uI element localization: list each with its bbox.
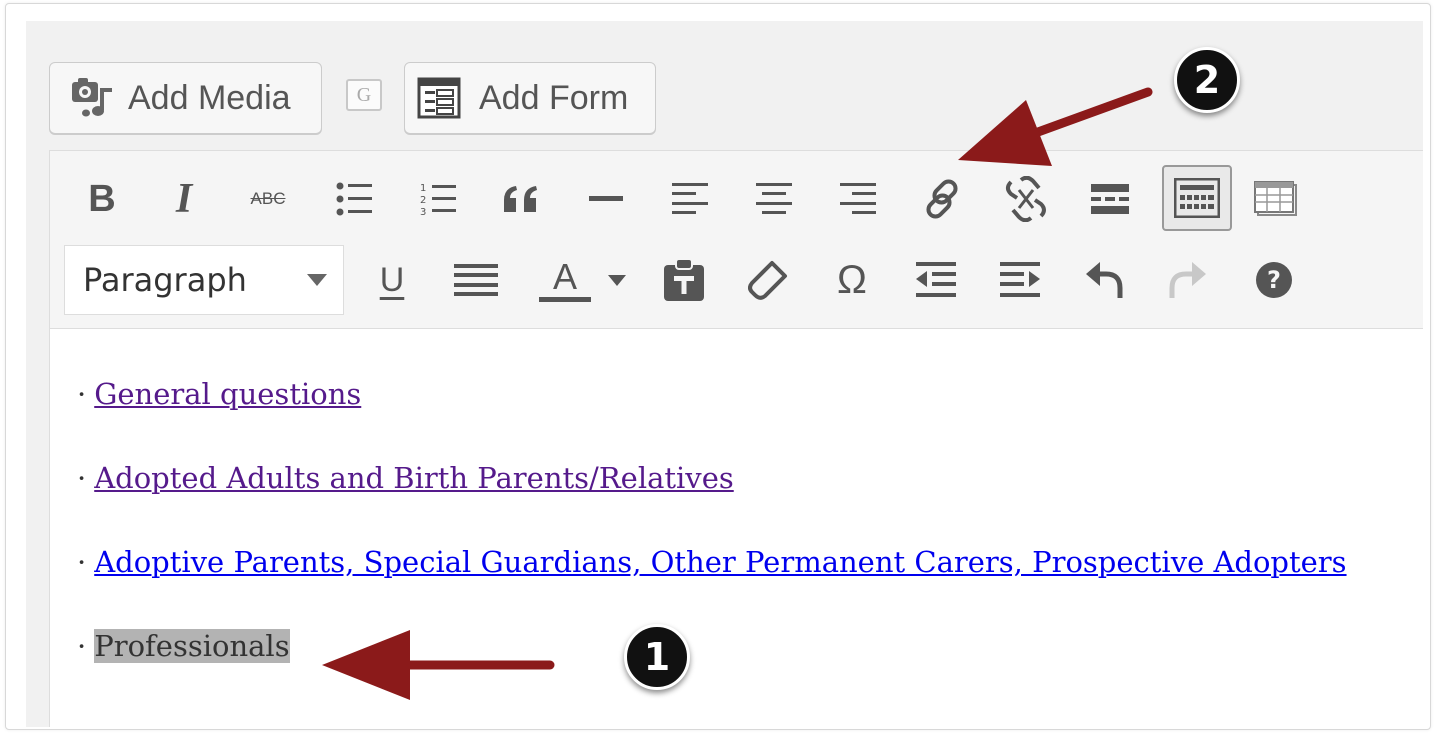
- underline-button[interactable]: U: [362, 250, 422, 310]
- increase-indent-icon: [1000, 262, 1040, 297]
- format-select-value: Paragraph: [83, 261, 247, 299]
- svg-text:2: 2: [420, 195, 426, 206]
- bold-button[interactable]: B: [72, 169, 132, 229]
- add-media-button[interactable]: Add Media: [49, 62, 322, 134]
- editor-toolbar: B I ABC 1 2 3 Paragraph U A Ω ?: [50, 151, 1423, 329]
- redo-icon: [1169, 262, 1206, 298]
- blockquote-icon: [504, 186, 537, 212]
- annotation-badge-2: 2: [1174, 47, 1240, 113]
- screenshot-frame: Add Media G Add Form B I ABC 1 2 3 Parag…: [5, 3, 1431, 730]
- align-left-icon: [672, 183, 708, 214]
- annotation-badge-1-label: 1: [643, 635, 671, 679]
- bullet: ·: [77, 377, 87, 411]
- help-button[interactable]: ?: [1244, 250, 1304, 310]
- numbered-list-button[interactable]: 1 2 3: [408, 169, 468, 229]
- add-media-label: Add Media: [128, 78, 291, 117]
- align-left-button[interactable]: [660, 169, 720, 229]
- remove-link-button[interactable]: [996, 169, 1056, 229]
- visual-editor: B I ABC 1 2 3 Paragraph U A Ω ? · Genera…: [49, 150, 1423, 727]
- help-icon: ?: [1256, 262, 1292, 298]
- adopted-adults-link[interactable]: Adopted Adults and Birth Parents/Relativ…: [94, 461, 734, 495]
- general-questions-link[interactable]: General questions: [94, 377, 361, 411]
- gallery-icon[interactable]: G: [346, 79, 382, 111]
- numbered-list-icon: 1 2 3: [420, 183, 456, 217]
- annotation-badge-1: 1: [624, 624, 690, 690]
- align-center-button[interactable]: [744, 169, 804, 229]
- clear-formatting-button[interactable]: [738, 250, 798, 310]
- undo-icon: [1086, 262, 1123, 298]
- annotation-badge-2-label: 2: [1193, 58, 1221, 102]
- horizontal-line-icon: [589, 196, 623, 201]
- adoptive-parents-link[interactable]: Adoptive Parents, Special Guardians, Oth…: [94, 545, 1346, 579]
- bulleted-list-icon: [336, 182, 372, 216]
- paste-as-text-button[interactable]: [654, 250, 714, 310]
- clear-formatting-icon: [748, 261, 787, 300]
- bulleted-list-button[interactable]: [324, 169, 384, 229]
- strikethrough-button[interactable]: ABC: [238, 169, 298, 229]
- list-item: · Adopted Adults and Birth Parents/Relati…: [77, 461, 734, 495]
- read-more-button[interactable]: [1080, 169, 1140, 229]
- bullet: ·: [77, 629, 87, 663]
- justify-button[interactable]: [446, 250, 506, 310]
- svg-text:3: 3: [420, 207, 426, 217]
- justify-icon: [454, 264, 498, 296]
- insert-link-button[interactable]: [912, 169, 972, 229]
- add-form-label: Add Form: [479, 78, 629, 117]
- insert-link-icon: [926, 179, 958, 219]
- redo-button[interactable]: [1158, 250, 1218, 310]
- remove-link-icon: [1006, 176, 1046, 222]
- add-form-button[interactable]: Add Form: [404, 62, 656, 134]
- editor-content[interactable]: · General questions · Adopted Adults and B…: [50, 329, 1423, 727]
- toolbar-toggle-button[interactable]: [1162, 165, 1232, 231]
- text-color-icon: A: [552, 255, 577, 297]
- toolbar-toggle-icon: [1174, 178, 1220, 218]
- selected-text-professionals[interactable]: Professionals: [94, 629, 290, 663]
- bold-icon: B: [88, 177, 116, 220]
- special-character-icon: Ω: [837, 257, 867, 302]
- align-center-icon: [756, 183, 792, 214]
- bullet: ·: [77, 461, 87, 495]
- italic-icon: I: [175, 176, 193, 222]
- table-button[interactable]: [1246, 169, 1306, 229]
- text-color-dropdown-button[interactable]: [602, 250, 632, 310]
- editor-panel: Add Media G Add Form B I ABC 1 2 3 Parag…: [26, 21, 1423, 727]
- table-icon: [1254, 181, 1297, 216]
- bullet: ·: [77, 545, 87, 579]
- text-color-button[interactable]: A: [532, 250, 598, 310]
- svg-text:1: 1: [420, 183, 426, 194]
- gallery-icon-letter: G: [356, 83, 372, 106]
- text-color-swatch: [539, 296, 591, 302]
- horizontal-line-button[interactable]: [576, 169, 636, 229]
- align-right-icon: [840, 183, 876, 214]
- format-select[interactable]: Paragraph: [64, 245, 344, 315]
- list-item: · General questions: [77, 377, 361, 411]
- strikethrough-icon: ABC: [250, 189, 286, 208]
- list-item: · Professionals: [77, 629, 290, 663]
- blockquote-button[interactable]: [492, 169, 552, 229]
- undo-button[interactable]: [1074, 250, 1134, 310]
- decrease-indent-button[interactable]: [906, 250, 966, 310]
- read-more-icon: [1091, 184, 1129, 214]
- form-icon: [417, 76, 461, 120]
- italic-button[interactable]: I: [154, 169, 214, 229]
- paste-as-text-icon: [664, 259, 704, 301]
- media-icon: [70, 78, 114, 118]
- increase-indent-button[interactable]: [990, 250, 1050, 310]
- decrease-indent-icon: [916, 262, 956, 297]
- chevron-down-icon: [307, 274, 327, 286]
- text-color-dropdown-icon: [608, 274, 626, 286]
- underline-icon: U: [379, 260, 405, 299]
- align-right-button[interactable]: [828, 169, 888, 229]
- list-item: · Adoptive Parents, Special Guardians, Ot…: [77, 545, 1347, 579]
- special-character-button[interactable]: Ω: [822, 250, 882, 310]
